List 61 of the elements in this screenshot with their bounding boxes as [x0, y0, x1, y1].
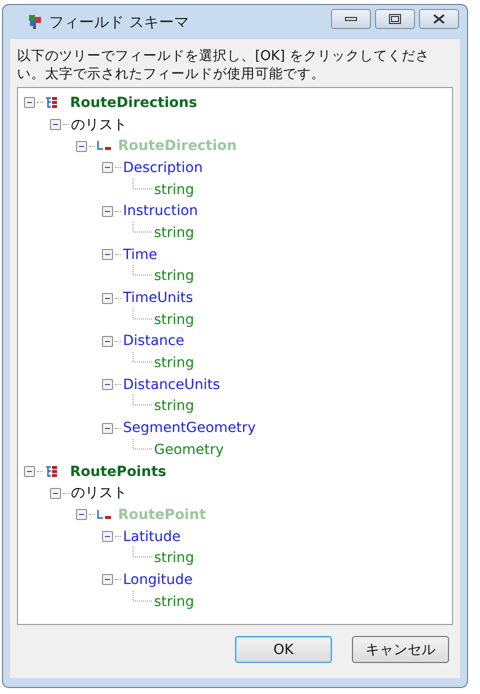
minimize-icon [345, 16, 357, 22]
tree-node[interactable]: Description [123, 160, 203, 176]
tree-node[interactable]: Longitude [123, 572, 193, 588]
tree-connector-icon [132, 352, 154, 364]
tree-connector-icon [132, 395, 154, 408]
collapse-toggle[interactable] [102, 292, 113, 304]
ok-button[interactable]: OK [235, 636, 332, 663]
tree-node[interactable]: のリスト [71, 116, 127, 134]
tree-node[interactable]: のリスト [71, 484, 127, 502]
collapse-toggle[interactable] [102, 336, 113, 347]
collapse-toggle[interactable] [102, 422, 113, 434]
tree-connector-icon [132, 178, 154, 191]
tree-connector-icon [132, 547, 154, 560]
tree-connector-icon [132, 438, 154, 451]
tree-node[interactable]: Time [123, 246, 158, 263]
tree-node[interactable]: string [154, 355, 194, 372]
tree-node[interactable]: SegmentGeometry [123, 420, 256, 436]
collapse-toggle[interactable] [24, 97, 35, 108]
tree-node[interactable]: DistanceUnits [123, 376, 220, 393]
tree-node[interactable]: string [154, 594, 194, 610]
collapse-toggle[interactable] [102, 379, 113, 390]
collapse-toggle[interactable] [102, 574, 113, 586]
collapse-toggle[interactable] [76, 509, 87, 520]
instruction-text: 以下のツリーでフィールドを選択し、[OK] をクリックしてください。太字で示されたフィールドが使用可能です。 [17, 47, 430, 83]
collapse-toggle[interactable] [76, 140, 87, 152]
hierarchy-icon [45, 96, 59, 109]
tree-connector-icon [132, 265, 154, 278]
maximize-button[interactable] [375, 9, 415, 29]
tree-node[interactable]: string [154, 550, 194, 566]
hierarchy-icon [45, 466, 59, 478]
tree-node[interactable]: string [154, 398, 194, 414]
tree-node[interactable]: string [154, 182, 194, 198]
collapse-toggle[interactable] [102, 206, 113, 217]
close-icon [433, 14, 445, 24]
collapse-toggle[interactable] [50, 119, 61, 130]
window-title: フィールド スキーマ [49, 12, 190, 32]
collapse-toggle[interactable] [24, 466, 35, 478]
tree-node[interactable]: string [154, 312, 194, 328]
cancel-button[interactable]: キャンセル [352, 636, 449, 663]
tree-node[interactable]: Distance [123, 333, 184, 350]
collapse-toggle[interactable] [102, 531, 113, 542]
tree-node[interactable]: RoutePoints [70, 464, 166, 480]
tree-connector-icon [132, 590, 154, 603]
tree-connector-icon [132, 222, 154, 234]
collapse-toggle[interactable] [102, 249, 113, 260]
collapse-toggle[interactable] [102, 162, 113, 174]
tree-node[interactable]: Latitude [123, 528, 181, 545]
tree-node[interactable]: Geometry [154, 442, 224, 458]
tree-node[interactable]: string [154, 224, 194, 241]
tree-node[interactable]: Instruction [123, 203, 198, 220]
collapse-toggle[interactable] [50, 488, 61, 499]
minimize-button[interactable] [331, 9, 371, 29]
tree-connector-icon [132, 308, 154, 321]
tree-node[interactable]: TimeUnits [123, 290, 194, 306]
element-icon [97, 510, 113, 520]
app-icon [27, 14, 43, 30]
close-button[interactable] [419, 9, 459, 29]
tree-node[interactable]: RouteDirections [70, 94, 198, 111]
tree-node[interactable]: string [154, 268, 194, 284]
element-icon [97, 141, 113, 152]
maximize-icon [389, 14, 401, 24]
